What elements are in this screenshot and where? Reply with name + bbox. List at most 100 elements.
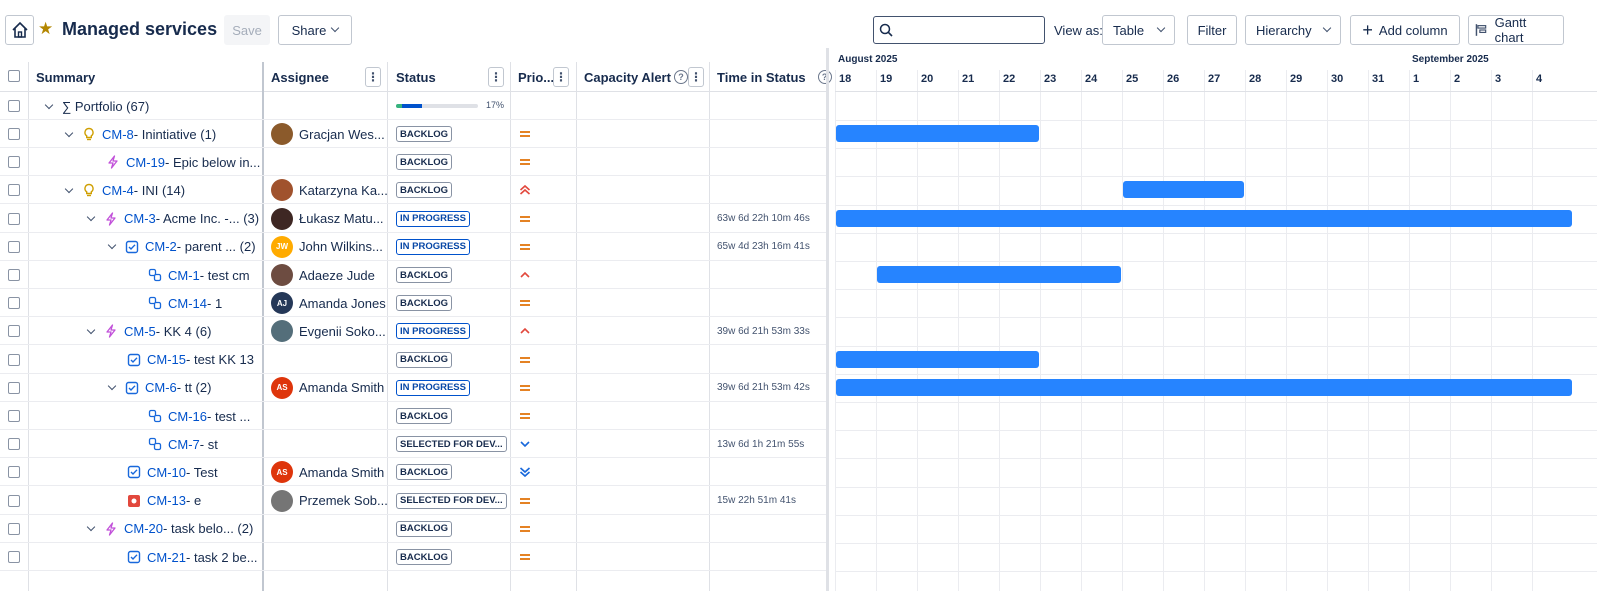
- row-checkbox[interactable]: [8, 522, 20, 535]
- assignee-cell[interactable]: Evgenii Soko...: [271, 317, 386, 345]
- split-pane-divider[interactable]: [826, 48, 829, 591]
- chevron-down-icon[interactable]: [86, 325, 96, 335]
- more-icon[interactable]: ⋮: [688, 67, 704, 87]
- gantt-bar[interactable]: [1123, 181, 1244, 199]
- table-row[interactable]: CM-3 - Acme Inc. -... (3) Łukasz Matu... I…: [0, 205, 826, 233]
- row-checkbox[interactable]: [8, 466, 20, 479]
- status-badge[interactable]: IN PROGRESS: [396, 210, 470, 227]
- view-as-select[interactable]: Table: [1102, 15, 1175, 45]
- star-icon[interactable]: ★: [38, 19, 53, 39]
- help-icon[interactable]: ?: [673, 70, 688, 84]
- issue-key-link[interactable]: CM-3: [124, 211, 156, 226]
- assignee-cell[interactable]: AS Amanda Smith: [271, 458, 384, 486]
- header-priority[interactable]: Prio...: [518, 62, 554, 92]
- table-row[interactable]: CM-21 - task 2 be... BACKLOG: [0, 543, 826, 571]
- issue-key-link[interactable]: CM-4: [102, 183, 134, 198]
- gantt-bar[interactable]: [836, 350, 1039, 368]
- table-row[interactable]: CM-7 - st SELECTED FOR DEV... 13w 6d 1h 21…: [0, 430, 826, 459]
- row-checkbox[interactable]: [8, 269, 20, 281]
- status-badge[interactable]: IN PROGRESS: [396, 379, 470, 396]
- row-checkbox[interactable]: [8, 410, 20, 422]
- more-icon[interactable]: ⋮: [553, 67, 569, 87]
- header-time-in-status[interactable]: Time in Status ?: [717, 62, 832, 92]
- select-all-checkbox[interactable]: [8, 70, 20, 82]
- assignee-cell[interactable]: AJ Amanda Jones: [271, 289, 386, 317]
- hierarchy-select[interactable]: Hierarchy: [1245, 15, 1341, 45]
- filter-button[interactable]: Filter: [1187, 15, 1237, 45]
- assignee-cell[interactable]: JW John Wilkins...: [271, 233, 383, 261]
- assignee-cell[interactable]: Katarzyna Ka...: [271, 176, 388, 204]
- issue-key-link[interactable]: CM-21: [147, 550, 186, 565]
- more-icon[interactable]: ⋮: [488, 67, 504, 87]
- help-icon[interactable]: ?: [817, 70, 832, 84]
- chevron-down-icon[interactable]: [44, 100, 54, 109]
- row-checkbox[interactable]: [8, 240, 20, 253]
- table-row[interactable]: CM-20 - task belo... (2) BACKLOG: [0, 515, 826, 543]
- issue-key-link[interactable]: CM-7: [168, 437, 200, 452]
- gantt-bar[interactable]: [836, 209, 1572, 227]
- table-row[interactable]: CM-16 - test ... BACKLOG: [0, 402, 826, 430]
- issue-key-link[interactable]: CM-13: [147, 493, 186, 508]
- issue-key-link[interactable]: CM-16: [168, 409, 207, 424]
- row-checkbox[interactable]: [8, 297, 20, 310]
- save-button[interactable]: Save: [224, 15, 270, 45]
- gantt-bar[interactable]: [877, 266, 1121, 283]
- header-summary[interactable]: Summary: [36, 62, 95, 92]
- issue-key-link[interactable]: CM-1: [168, 268, 200, 283]
- header-status[interactable]: Status: [396, 62, 436, 92]
- status-badge[interactable]: BACKLOG: [396, 295, 453, 312]
- assignee-cell[interactable]: Przemek Sob...: [271, 487, 388, 515]
- status-badge[interactable]: BACKLOG: [396, 408, 453, 424]
- header-capacity-alert[interactable]: Capacity Alert ?: [584, 62, 688, 92]
- table-row[interactable]: CM-13 - e Przemek Sob... SELECTED FOR DEV.…: [0, 487, 826, 515]
- issue-key-link[interactable]: CM-6: [145, 380, 177, 395]
- row-checkbox[interactable]: [8, 156, 20, 169]
- issue-key-link[interactable]: CM-14: [168, 296, 207, 311]
- row-checkbox[interactable]: [8, 212, 20, 225]
- issue-key-link[interactable]: CM-19: [126, 155, 165, 170]
- issue-key-link[interactable]: CM-15: [147, 352, 186, 367]
- assignee-cell[interactable]: Łukasz Matu...: [271, 205, 384, 233]
- status-badge[interactable]: IN PROGRESS: [396, 238, 470, 255]
- chevron-down-icon[interactable]: [86, 523, 96, 532]
- status-badge[interactable]: BACKLOG: [396, 126, 453, 142]
- assignee-cell[interactable]: Gracjan Wes...: [271, 120, 385, 148]
- search-input[interactable]: [873, 16, 1045, 44]
- row-checkbox[interactable]: [8, 381, 20, 394]
- issue-key-link[interactable]: CM-10: [147, 465, 186, 480]
- row-checkbox[interactable]: [8, 551, 20, 563]
- assignee-cell[interactable]: AS Amanda Smith: [271, 374, 384, 402]
- chevron-down-icon[interactable]: [64, 128, 74, 137]
- table-row[interactable]: CM-2 - parent ... (2) JW John Wilkins... IN…: [0, 233, 826, 261]
- gantt-bar[interactable]: [836, 125, 1039, 142]
- row-checkbox[interactable]: [8, 438, 20, 451]
- table-row[interactable]: CM-10 - Test AS Amanda Smith BACKLOG: [0, 458, 826, 487]
- chevron-down-icon[interactable]: [64, 184, 74, 194]
- row-checkbox[interactable]: [8, 100, 20, 112]
- gantt-chart-button[interactable]: Gantt chart: [1468, 15, 1564, 45]
- add-column-button[interactable]: + Add column: [1350, 15, 1460, 45]
- issue-key-link[interactable]: CM-20: [124, 521, 163, 536]
- chevron-down-icon[interactable]: [107, 382, 117, 391]
- table-row[interactable]: CM-14 - 1 AJ Amanda Jones BACKLOG: [0, 289, 826, 318]
- issue-key-link[interactable]: CM-8: [102, 127, 134, 142]
- status-badge[interactable]: IN PROGRESS: [396, 323, 470, 340]
- chevron-down-icon[interactable]: [86, 212, 96, 222]
- status-badge[interactable]: BACKLOG: [396, 520, 453, 537]
- table-row[interactable]: CM-5 - KK 4 (6) Evgenii Soko... IN PROGRES…: [0, 317, 826, 346]
- status-badge[interactable]: BACKLOG: [396, 182, 453, 199]
- row-checkbox[interactable]: [8, 494, 20, 507]
- chevron-down-icon[interactable]: [107, 241, 117, 250]
- portfolio-row[interactable]: ∑ Portfolio (67) 17%: [0, 92, 826, 120]
- issue-key-link[interactable]: CM-2: [145, 239, 177, 254]
- row-checkbox[interactable]: [8, 128, 20, 140]
- header-assignee[interactable]: Assignee: [271, 62, 329, 92]
- issue-key-link[interactable]: CM-5: [124, 324, 156, 339]
- row-checkbox[interactable]: [8, 353, 20, 366]
- table-row[interactable]: CM-1 - test cm Adaeze Jude BACKLOG: [0, 261, 826, 289]
- status-badge[interactable]: SELECTED FOR DEV...: [396, 492, 507, 509]
- gantt-bar[interactable]: [836, 378, 1572, 396]
- table-row[interactable]: CM-15 - test KK 13 BACKLOG: [0, 346, 826, 374]
- assignee-cell[interactable]: Adaeze Jude: [271, 261, 375, 289]
- more-icon[interactable]: ⋮: [365, 67, 381, 87]
